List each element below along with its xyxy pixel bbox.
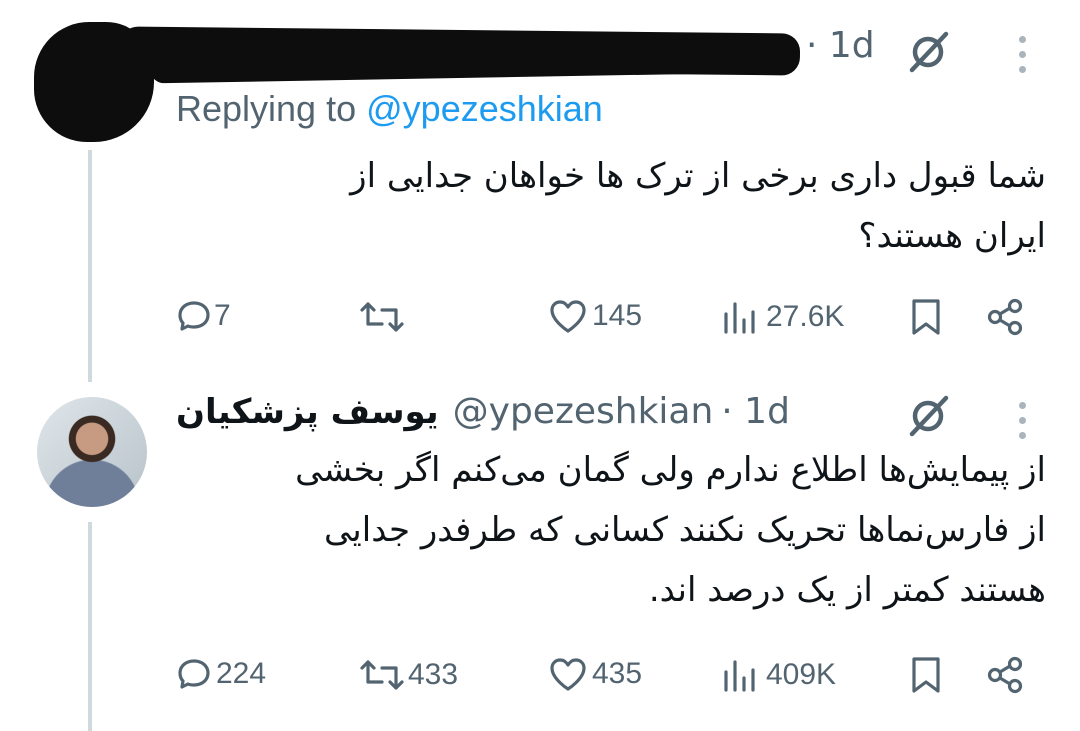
- thread-connector-line: [88, 150, 92, 382]
- bookmark-button[interactable]: [910, 298, 942, 336]
- views-bars-icon: [724, 660, 755, 692]
- reply-text-line-2: ایران هستند؟: [858, 216, 1046, 256]
- reply-bubble-icon: [178, 301, 210, 331]
- grok-icon[interactable]: [904, 394, 954, 442]
- reply-text-line-1: شما قبول داری برخی از ترک ها خواهان جدای…: [350, 156, 1046, 196]
- heart-icon: [550, 300, 586, 333]
- retweet-button[interactable]: [358, 300, 406, 334]
- reply-count: 224: [216, 657, 267, 690]
- avatar[interactable]: [37, 397, 147, 507]
- bookmark-button[interactable]: [910, 656, 942, 694]
- main-text-line-3: هستند کمتر از یک درصد اند.: [648, 570, 1046, 610]
- share-icon: [987, 656, 1023, 694]
- like-button[interactable]: 145: [548, 298, 642, 334]
- more-vertical-icon[interactable]: [1019, 36, 1027, 81]
- author-handle[interactable]: @ypezeshkian: [453, 392, 714, 432]
- views-button[interactable]: 409K: [722, 658, 836, 692]
- like-count: 145: [592, 299, 643, 332]
- reply-count: 7: [214, 299, 231, 332]
- like-count: 435: [592, 657, 643, 690]
- main-text-line-2: از فارس‌نماها تحریک نکنند کسانی که طرفدر…: [323, 510, 1046, 550]
- replying-prefix: Replying to: [176, 88, 357, 129]
- replying-handle-link[interactable]: @ypezeshkian: [366, 88, 603, 129]
- bookmark-icon: [912, 657, 940, 693]
- grok-icon[interactable]: [904, 30, 954, 78]
- retweet-button[interactable]: 433: [358, 658, 458, 692]
- reply-button[interactable]: 7: [176, 298, 231, 334]
- share-icon: [987, 298, 1023, 336]
- share-button[interactable]: [986, 656, 1024, 694]
- views-bars-icon: [724, 302, 755, 334]
- thread-connector-line-lower: [88, 522, 92, 731]
- main-timestamp[interactable]: · 1d: [721, 392, 790, 432]
- main-tweet-text: از پیمایش‌ها اطلاع ندارم ولی گمان می‌کنم…: [170, 440, 1046, 620]
- views-count: 27.6K: [766, 300, 845, 333]
- main-text-line-1: از پیمایش‌ها اطلاع ندارم ولی گمان می‌کنم…: [295, 450, 1046, 490]
- replying-to-label: Replying to @ypezeshkian: [176, 88, 603, 130]
- retweet-count: 433: [408, 658, 459, 691]
- reply-tweet-text: شما قبول داری برخی از ترک ها خواهان جدای…: [180, 146, 1046, 266]
- display-name[interactable]: یوسف پزشکیان: [176, 392, 439, 432]
- share-button[interactable]: [986, 298, 1024, 336]
- retweet-icon: [360, 660, 404, 690]
- views-count: 409K: [766, 658, 837, 691]
- reply-bubble-icon: [178, 659, 210, 689]
- like-button[interactable]: 435: [548, 656, 642, 692]
- reply-timestamp[interactable]: · 1d: [806, 26, 875, 66]
- retweet-icon: [360, 302, 404, 332]
- bookmark-icon: [912, 299, 940, 335]
- tweet-header: یوسف پزشکیان @ypezeshkian · 1d: [176, 392, 790, 433]
- views-button[interactable]: 27.6K: [722, 300, 844, 334]
- heart-icon: [550, 658, 586, 691]
- reply-button[interactable]: 224: [176, 656, 266, 692]
